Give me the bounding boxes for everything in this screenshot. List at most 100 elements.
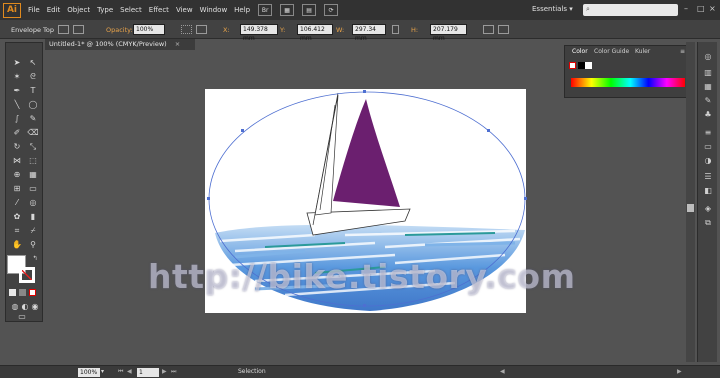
free-transform-tool-icon[interactable]: ⬚ <box>26 155 40 167</box>
close-window-icon[interactable]: × <box>709 4 717 14</box>
black-swatch[interactable] <box>578 62 585 69</box>
menu-object[interactable]: Object <box>67 6 90 14</box>
tab-kuler[interactable]: Kuler <box>635 48 650 55</box>
menu-select[interactable]: Select <box>120 6 142 14</box>
menu-file[interactable]: File <box>28 6 40 14</box>
search-input[interactable] <box>583 4 678 16</box>
symbol-sprayer-tool-icon[interactable]: ✿ <box>10 211 24 223</box>
panel-menu-icon[interactable] <box>483 25 494 34</box>
draw-inside-icon[interactable]: ◉ <box>28 301 42 313</box>
arrange-windows-icon[interactable]: ▤ <box>302 4 317 16</box>
h-field[interactable]: 207.179 mm <box>430 24 467 42</box>
menu-window[interactable]: Window <box>200 6 228 14</box>
magic-wand-tool-icon[interactable]: ✶ <box>10 71 24 83</box>
gradient-icon[interactable]: ▭ <box>702 142 714 152</box>
mesh-tool-icon[interactable]: ⊞ <box>10 183 24 195</box>
x-field[interactable]: 149.378 mm <box>240 24 278 42</box>
w-field[interactable]: 297.34 mm <box>352 24 386 42</box>
color-spectrum[interactable] <box>571 78 685 87</box>
symbols-icon[interactable]: ♣ <box>702 110 714 120</box>
menu-effect[interactable]: Effect <box>149 6 169 14</box>
stroke-icon[interactable]: ≡ <box>702 128 714 138</box>
none-swatch[interactable] <box>569 62 576 69</box>
menu-help[interactable]: Help <box>234 6 250 14</box>
arrange-documents-icon[interactable]: ▦ <box>280 4 295 16</box>
blob-brush-tool-icon[interactable]: ✐ <box>10 127 24 139</box>
menu-type[interactable]: Type <box>97 6 113 14</box>
panel-menu-icon[interactable]: ≡ <box>680 48 685 55</box>
prev-artboard-icon[interactable]: ◀ <box>127 368 132 375</box>
appearance-icon[interactable]: ☰ <box>702 172 714 182</box>
tab-color-guide[interactable]: Color Guide <box>594 48 629 55</box>
bridge-button[interactable]: Br <box>258 4 273 16</box>
align-icon[interactable] <box>181 25 192 34</box>
layers-icon[interactable]: ◈ <box>702 204 714 214</box>
workspace-switcher[interactable]: Essentials ▾ <box>532 5 573 13</box>
brushes-icon[interactable]: ✎ <box>702 96 714 106</box>
gradient-tool-icon[interactable]: ▭ <box>26 183 40 195</box>
scrollbar-thumb[interactable] <box>687 204 694 212</box>
minimize-icon[interactable]: – <box>684 4 692 14</box>
shape-builder-tool-icon[interactable]: ⊕ <box>10 169 24 181</box>
color-panel-icon[interactable]: ◎ <box>702 52 714 62</box>
swap-fill-stroke-icon[interactable]: ↰ <box>28 253 42 265</box>
color-panel: Color Color Guide Kuler ≡ <box>564 45 689 98</box>
screen-mode-icon[interactable]: ▭ <box>15 311 29 323</box>
selection-tool-icon[interactable]: ➤ <box>10 57 24 69</box>
workspace-icon[interactable] <box>498 25 509 34</box>
edit-envelope-icon[interactable] <box>58 25 69 34</box>
opacity-label[interactable]: Opacity: <box>106 26 133 34</box>
color-mode-icon[interactable] <box>9 289 16 296</box>
white-swatch[interactable] <box>585 62 592 69</box>
eyedropper-tool-icon[interactable]: ⁄ <box>10 197 24 209</box>
first-artboard-icon[interactable]: ⏮ <box>118 368 123 376</box>
paintbrush-tool-icon[interactable]: ∫ <box>10 113 24 125</box>
y-field[interactable]: 106.412 mm <box>297 24 333 42</box>
sync-icon[interactable]: ⟳ <box>324 4 339 16</box>
edit-contents-icon[interactable] <box>73 25 84 34</box>
menu-view[interactable]: View <box>176 6 193 14</box>
scale-tool-icon[interactable]: ⤡ <box>26 141 40 153</box>
opacity-field[interactable]: 100% <box>133 24 165 35</box>
perspective-grid-tool-icon[interactable]: ▦ <box>26 169 40 181</box>
last-artboard-icon[interactable]: ⏭ <box>171 368 176 376</box>
rotate-tool-icon[interactable]: ↻ <box>10 141 24 153</box>
constrain-proportions-icon[interactable] <box>392 25 399 34</box>
graphic-styles-icon[interactable]: ◧ <box>702 186 714 196</box>
artboard-number-field[interactable]: 1 <box>137 368 159 377</box>
none-mode-icon[interactable] <box>29 289 36 296</box>
transparency-icon[interactable]: ◑ <box>702 156 714 166</box>
type-tool-icon[interactable]: T <box>26 85 40 97</box>
line-tool-icon[interactable]: ╲ <box>10 99 24 111</box>
hscroll-right-icon[interactable]: ▶ <box>677 368 682 375</box>
hscroll-left-icon[interactable]: ◀ <box>500 368 505 375</box>
column-graph-tool-icon[interactable]: ▮ <box>26 211 40 223</box>
direct-selection-tool-icon[interactable]: ↖ <box>26 57 40 69</box>
eraser-tool-icon[interactable]: ⌫ <box>26 127 40 139</box>
color-guide-icon[interactable]: ▥ <box>702 68 714 78</box>
gradient-mode-icon[interactable] <box>19 289 26 296</box>
swatches-icon[interactable]: ▦ <box>702 82 714 92</box>
hand-tool-icon[interactable]: ✋ <box>10 239 24 251</box>
maximize-icon[interactable]: □ <box>697 4 705 14</box>
vertical-scrollbar[interactable] <box>686 42 695 362</box>
zoom-field[interactable]: 100% <box>78 368 100 377</box>
artboard-tool-icon[interactable]: ⌗ <box>10 225 24 237</box>
artboards-icon[interactable]: ⧉ <box>702 218 714 228</box>
menu-edit[interactable]: Edit <box>47 6 61 14</box>
zoom-dropdown-icon[interactable]: ▾ <box>101 368 104 375</box>
width-tool-icon[interactable]: ⋈ <box>10 155 24 167</box>
document-tab[interactable]: Untitled-1* @ 100% (CMYK/Preview) × <box>45 39 195 50</box>
pencil-tool-icon[interactable]: ✎ <box>26 113 40 125</box>
pen-tool-icon[interactable]: ✒ <box>10 85 24 97</box>
blend-tool-icon[interactable]: ◎ <box>26 197 40 209</box>
next-artboard-icon[interactable]: ▶ <box>162 368 167 375</box>
slice-tool-icon[interactable]: ⌿ <box>26 225 40 237</box>
ellipse-tool-icon[interactable]: ◯ <box>26 99 40 111</box>
tab-color[interactable]: Color <box>572 48 588 55</box>
close-document-icon[interactable]: × <box>175 40 180 48</box>
lasso-tool-icon[interactable]: ᘓ <box>26 71 40 83</box>
transform-icon[interactable] <box>196 25 207 34</box>
stroke-swatch[interactable] <box>19 267 35 283</box>
zoom-tool-icon[interactable]: ⚲ <box>26 239 40 251</box>
